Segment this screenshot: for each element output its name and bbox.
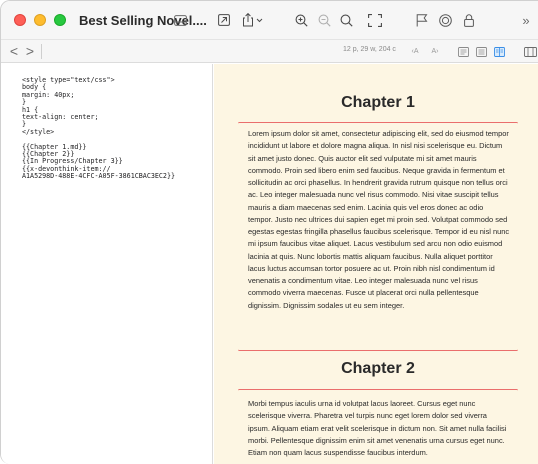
view-source-icon[interactable] [457, 45, 469, 58]
source-text[interactable]: <style type="text/css"> body { margin: 4… [22, 76, 175, 181]
navigation-bar: < > 12 p, 29 w, 204 c ‹A A› [1, 39, 538, 63]
sidebar-icon[interactable] [173, 10, 187, 30]
chapter-body: Morbi tempus iaculis urna id volutpat la… [248, 399, 507, 457]
flag-icon[interactable] [415, 10, 429, 30]
title-bar: Best Selling Novel.... » [1, 1, 538, 39]
capture-frame-icon[interactable] [367, 10, 383, 30]
close-button[interactable] [14, 14, 26, 26]
heading-rule-bottom [238, 348, 518, 351]
back-button[interactable]: < [7, 43, 21, 59]
document-statistics: 12 p, 29 w, 204 c [343, 46, 396, 53]
inspector-icon[interactable] [523, 45, 537, 58]
minimize-button[interactable] [34, 14, 46, 26]
font-larger-icon[interactable]: A› [429, 45, 441, 58]
chapter-section: Chapter 1 Lorem ipsum dolor sit amet, co… [238, 92, 518, 351]
chapter-section: Chapter 2 Morbi tempus iaculis urna id v… [238, 358, 518, 457]
lock-icon[interactable] [463, 10, 475, 30]
search-icon[interactable] [339, 10, 353, 30]
divider [41, 44, 42, 59]
view-split-icon[interactable] [475, 45, 487, 58]
forward-button[interactable]: > [23, 43, 37, 59]
open-external-icon[interactable] [217, 10, 231, 30]
window-controls [14, 14, 66, 26]
zoom-in-icon[interactable] [294, 10, 308, 30]
heading-rule-top [238, 389, 518, 392]
share-icon[interactable] [241, 10, 267, 30]
more-icon[interactable]: » [519, 10, 533, 30]
zoom-out-icon[interactable] [317, 10, 331, 30]
chapter-heading: Chapter 2 [341, 360, 415, 377]
app-window: Best Selling Novel.... » < > 12 p, 29 w,… [0, 0, 538, 464]
preview-pane: Chapter 1 Lorem ipsum dolor sit amet, co… [214, 64, 538, 464]
chapter-heading: Chapter 1 [341, 94, 415, 111]
font-smaller-icon[interactable]: ‹A [409, 45, 421, 58]
annotation-icon[interactable] [438, 10, 452, 30]
source-editor[interactable]: <style type="text/css"> body { margin: 4… [1, 64, 213, 464]
view-preview-icon[interactable] [493, 45, 505, 58]
heading-rule-top [238, 122, 518, 125]
chapter-body: Lorem ipsum dolor sit amet, consectetur … [248, 129, 510, 310]
window-title: Best Selling Novel.... [79, 12, 207, 28]
zoom-button[interactable] [54, 14, 66, 26]
